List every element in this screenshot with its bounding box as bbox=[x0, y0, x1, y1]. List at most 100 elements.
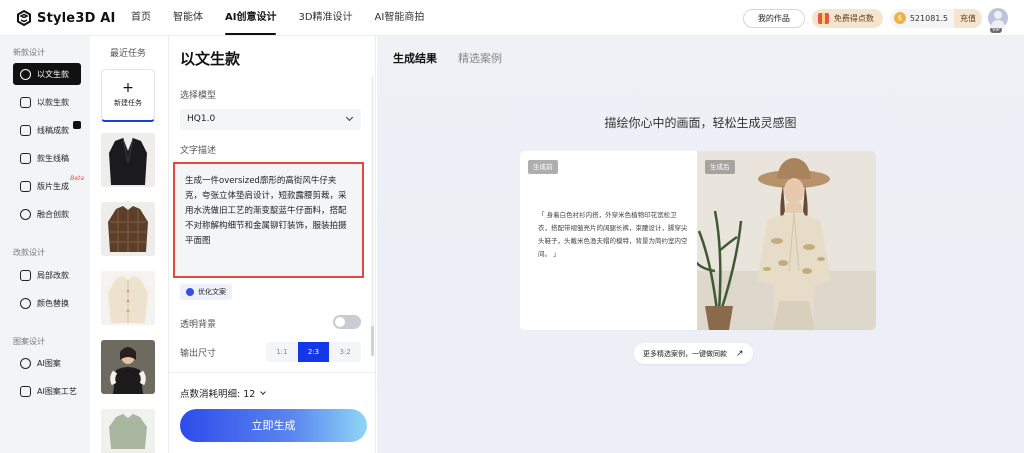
ratio-option-1-1[interactable]: 1:1 bbox=[266, 342, 298, 362]
sidebar-item-local-modify[interactable]: 局部改款 bbox=[13, 264, 81, 286]
color-replace-icon bbox=[20, 297, 31, 309]
recent-task-thumbnail[interactable] bbox=[101, 133, 155, 187]
section-label-print-design: 图案设计 bbox=[13, 337, 45, 346]
ai-print-icon bbox=[20, 357, 31, 369]
sidebar-item-label: AI图案工艺 bbox=[37, 386, 77, 396]
pattern-icon bbox=[20, 180, 31, 192]
tool-sidebar: 新款设计 以文生款 以款生款 线稿成款 款生线稿 版片生成 Beta 融合创款 … bbox=[0, 36, 90, 453]
green-shirt-image bbox=[101, 409, 155, 449]
text-description-label: 文字描述 bbox=[180, 146, 217, 156]
before-panel: 生成前 「 身着白色衬衫内搭，外穿米色植物印花宽松卫衣，搭配带褶皱亮片的阔腿长裤… bbox=[520, 151, 697, 330]
style3d-logo-icon bbox=[17, 10, 31, 26]
recent-task-thumbnail[interactable] bbox=[101, 340, 155, 394]
sidebar-item-label: AI图案 bbox=[37, 358, 61, 368]
sidebar-item-label: 款生线稿 bbox=[37, 153, 69, 163]
example-prompt: 「 身着白色衬衫内搭，外穿米色植物印花宽松卫衣，搭配带褶皱亮片的阔腿长裤，束腰设… bbox=[538, 211, 688, 258]
text-to-design-icon bbox=[20, 68, 31, 80]
sidebar-item-color-replace[interactable]: 颜色替换 bbox=[13, 292, 81, 314]
free-points-label: 免费得点数 bbox=[833, 13, 874, 23]
after-panel: 生成后 bbox=[694, 151, 876, 330]
local-modify-icon bbox=[20, 269, 31, 281]
garment-icon bbox=[20, 124, 31, 136]
nav-home[interactable]: 首页 bbox=[120, 0, 162, 36]
points-cost-detail[interactable]: 点数消耗明细: 12 bbox=[180, 386, 267, 400]
tab-results[interactable]: 生成结果 bbox=[393, 50, 437, 66]
logo-text: Style3D AI bbox=[37, 10, 116, 26]
sidebar-item-label: 线稿成款 bbox=[37, 125, 69, 135]
recent-task-thumbnail[interactable] bbox=[101, 202, 155, 256]
credit-value: 521081.5 bbox=[909, 13, 948, 23]
model-select[interactable]: HQ1.0 bbox=[180, 109, 361, 130]
user-avatar[interactable]: VIP bbox=[988, 8, 1008, 33]
nav-ai-creative-design[interactable]: AI创意设计 bbox=[214, 0, 287, 36]
nav-3d-precise-design[interactable]: 3D精准设计 bbox=[287, 0, 363, 36]
beta-badge: Beta bbox=[70, 175, 84, 182]
more-cases-button[interactable]: 更多精选案例，一键做同款 ↗ bbox=[634, 343, 753, 364]
page-title: 以文生款 bbox=[180, 50, 241, 68]
my-works-button[interactable]: 我的作品 bbox=[742, 8, 805, 28]
ratio-option-2-3[interactable]: 2:3 bbox=[297, 342, 330, 362]
recharge-button[interactable]: 充值 bbox=[954, 8, 982, 28]
sidebar-item-label: 以文生款 bbox=[37, 69, 69, 79]
credit-balance: $ 521081.5 充值 bbox=[889, 8, 982, 28]
logo[interactable]: Style3D AI bbox=[16, 9, 116, 27]
new-indicator-icon bbox=[73, 121, 81, 129]
nav-ai-photo-shoot[interactable]: AI智能商拍 bbox=[364, 0, 436, 36]
tab-featured-cases[interactable]: 精选案例 bbox=[458, 50, 502, 66]
plus-icon: + bbox=[122, 80, 134, 96]
chevron-down-icon bbox=[345, 113, 354, 122]
sidebar-item-fusion-design[interactable]: 融合创款 bbox=[13, 203, 81, 225]
new-task-label: 新建任务 bbox=[114, 99, 142, 107]
design-to-design-icon bbox=[20, 96, 31, 108]
transparent-background-toggle[interactable] bbox=[333, 315, 361, 329]
nav-agent[interactable]: 智能体 bbox=[162, 0, 214, 36]
model-label: 选择模型 bbox=[180, 91, 217, 101]
sidebar-item-design-to-sketch[interactable]: 款生线稿 bbox=[13, 147, 81, 169]
text-description-input[interactable]: 生成一件oversized廓形的高街风牛仔夹克，夸张立体垫肩设计，短款露腰剪裁，… bbox=[173, 162, 364, 278]
after-tag: 生成后 bbox=[705, 160, 735, 174]
ai-print-craft-icon bbox=[20, 385, 31, 397]
output-size-label: 输出尺寸 bbox=[180, 349, 217, 359]
coin-icon: $ bbox=[893, 12, 906, 24]
optimize-text-button[interactable]: 优化文案 bbox=[180, 284, 232, 300]
model-portrait-image bbox=[101, 340, 155, 394]
generate-button[interactable]: 立即生成 bbox=[180, 409, 367, 442]
scrollbar[interactable] bbox=[371, 76, 374, 356]
gift-icon bbox=[817, 12, 829, 24]
black-blazer-image bbox=[101, 133, 155, 187]
scrollbar-thumb[interactable] bbox=[371, 326, 374, 356]
sidebar-item-pattern-generation[interactable]: 版片生成 Beta bbox=[13, 175, 84, 197]
sidebar-item-sketch-to-design[interactable]: 线稿成款 bbox=[13, 119, 81, 141]
ratio-option-3-2[interactable]: 3:2 bbox=[329, 342, 361, 362]
chevron-down-icon bbox=[260, 388, 267, 395]
generation-form: 以文生款 选择模型 HQ1.0 文字描述 生成一件oversized廓形的高街风… bbox=[169, 36, 376, 453]
recent-tasks-title: 最近任务 bbox=[110, 49, 147, 59]
free-points-button[interactable]: 免费得点数 bbox=[811, 8, 883, 28]
cream-jacket-image bbox=[101, 271, 155, 325]
section-label-new-design: 新款设计 bbox=[13, 48, 45, 57]
sidebar-item-label: 版片生成 bbox=[37, 181, 69, 191]
recent-task-thumbnail[interactable] bbox=[101, 409, 155, 453]
sidebar-item-text-to-design[interactable]: 以文生款 bbox=[13, 63, 81, 85]
model-result-image bbox=[694, 151, 876, 330]
more-cases-label: 更多精选案例，一键做同款 bbox=[643, 349, 727, 358]
plaid-shirt-image bbox=[101, 202, 155, 256]
results-area: 生成结果 精选案例 描绘你心中的画面，轻松生成灵感图 生成前 「 身着白色衬衫内… bbox=[377, 36, 1024, 453]
fusion-icon bbox=[20, 208, 31, 220]
model-select-value: HQ1.0 bbox=[187, 114, 216, 124]
example-comparison-card: 生成前 「 身着白色衬衫内搭，外穿米色植物印花宽松卫衣，搭配带褶皱亮片的阔腿长裤… bbox=[520, 151, 876, 330]
vip-badge: VIP bbox=[990, 27, 1002, 33]
sidebar-item-ai-print-craft[interactable]: AI图案工艺 bbox=[13, 380, 81, 402]
main-nav: 首页 智能体 AI创意设计 3D精准设计 AI智能商拍 bbox=[120, 0, 435, 36]
recent-task-thumbnail[interactable] bbox=[101, 271, 155, 325]
sidebar-item-design-to-design[interactable]: 以款生款 bbox=[13, 91, 81, 113]
sidebar-item-label: 以款生款 bbox=[37, 97, 69, 107]
empty-state-headline: 描绘你心中的画面，轻松生成灵感图 bbox=[604, 116, 797, 130]
sidebar-item-ai-print[interactable]: AI图案 bbox=[13, 352, 81, 374]
top-bar: Style3D AI 首页 智能体 AI创意设计 3D精准设计 AI智能商拍 我… bbox=[0, 0, 1024, 36]
magic-icon bbox=[186, 288, 194, 296]
recent-tasks-panel: 最近任务 + 新建任务 bbox=[90, 36, 169, 453]
sidebar-item-label: 融合创款 bbox=[37, 209, 69, 219]
new-task-button[interactable]: + 新建任务 bbox=[101, 69, 155, 122]
section-label-modify-design: 改款设计 bbox=[13, 248, 45, 257]
